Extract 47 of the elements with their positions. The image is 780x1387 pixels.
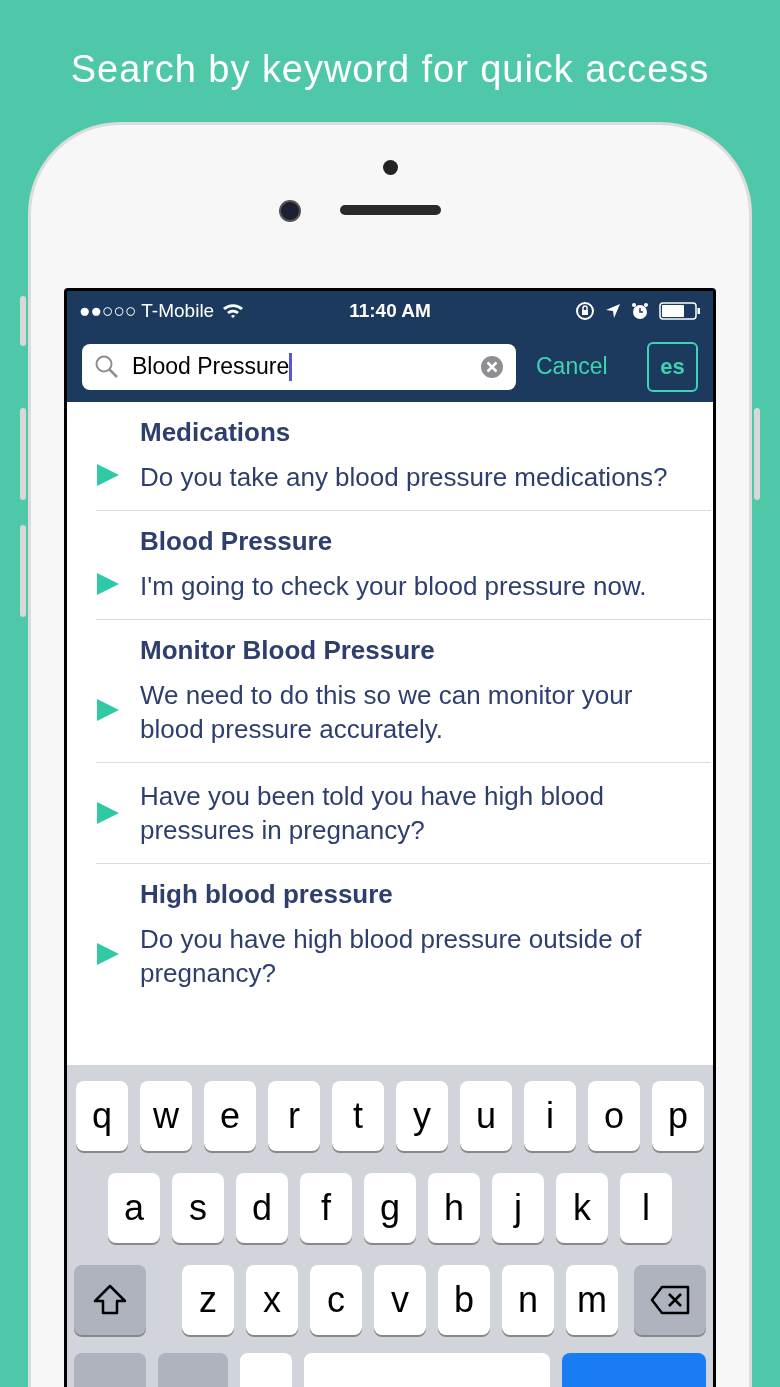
result-item[interactable]: High blood pressure Do you have high blood pressure outside of pregnancy? <box>96 864 711 1006</box>
result-item[interactable]: Blood Pressure I'm going to check your blood pressure now. <box>96 511 711 620</box>
language-button[interactable]: es <box>647 341 698 392</box>
letter-key[interactable]: n <box>502 1265 554 1335</box>
letter-key[interactable]: j <box>492 1173 544 1243</box>
result-title: Medications <box>140 416 292 448</box>
result-text: We need to do this so we can monitor your blood pressure accurately. <box>140 679 634 746</box>
letter-key[interactable]: k <box>556 1173 608 1243</box>
letter-key[interactable]: c <box>310 1265 362 1335</box>
result-text: Have you been told you have high blood pressures in pregnancy? <box>140 780 605 847</box>
result-title: High blood pressure <box>140 878 394 910</box>
letter-key[interactable]: s <box>172 1173 224 1243</box>
result-text: Do you have high blood pressure outside of pregnancy? <box>140 923 643 990</box>
carrier-name: ●●○○○ T-Mobile <box>79 298 215 323</box>
letter-key[interactable]: a <box>108 1173 160 1243</box>
letter-key[interactable]: q <box>76 1081 128 1151</box>
result-title: Blood Pressure <box>140 525 334 557</box>
result-item[interactable]: Have you been told you have high blood pressures in pregnancy? <box>96 763 711 864</box>
letter-key[interactable]: m <box>566 1265 618 1335</box>
search-text: Blood Pressure <box>132 352 290 382</box>
letter-key[interactable]: o <box>588 1081 640 1151</box>
letter-key[interactable]: t <box>332 1081 384 1151</box>
letter-key[interactable]: z <box>182 1265 234 1335</box>
letter-key[interactable]: l <box>620 1173 672 1243</box>
letter-key[interactable]: p <box>652 1081 704 1151</box>
letter-key[interactable]: x <box>246 1265 298 1335</box>
result-text: I'm going to check your blood pressure now. <box>140 570 647 603</box>
letter-key[interactable]: b <box>438 1265 490 1335</box>
letter-key[interactable]: v <box>374 1265 426 1335</box>
result-text: Do you take any blood pressure medications? <box>140 461 668 494</box>
result-item[interactable]: Monitor Blood Pressure We need to do this so we can monitor your blood pressure accurately. <box>96 620 711 763</box>
search-field[interactable]: Blood Pressure <box>82 343 516 390</box>
letter-key[interactable]: d <box>236 1173 288 1243</box>
letter-key[interactable]: i <box>524 1081 576 1151</box>
letter-key[interactable]: w <box>140 1081 192 1151</box>
letter-key[interactable]: u <box>460 1081 512 1151</box>
letter-key[interactable]: y <box>396 1081 448 1151</box>
cancel-button[interactable]: Cancel <box>536 349 608 384</box>
headline: Search by keyword for quick access <box>70 47 710 92</box>
result-item[interactable]: Medications Do you take any blood pressure medications? <box>96 402 711 511</box>
letter-key[interactable]: r <box>268 1081 320 1151</box>
letter-key[interactable]: f <box>300 1173 352 1243</box>
clock-time: 11:40 AM <box>349 298 431 323</box>
letter-key[interactable]: h <box>428 1173 480 1243</box>
letter-key[interactable]: g <box>364 1173 416 1243</box>
result-title: Monitor Blood Pressure <box>140 634 436 666</box>
letter-key[interactable]: e <box>204 1081 256 1151</box>
